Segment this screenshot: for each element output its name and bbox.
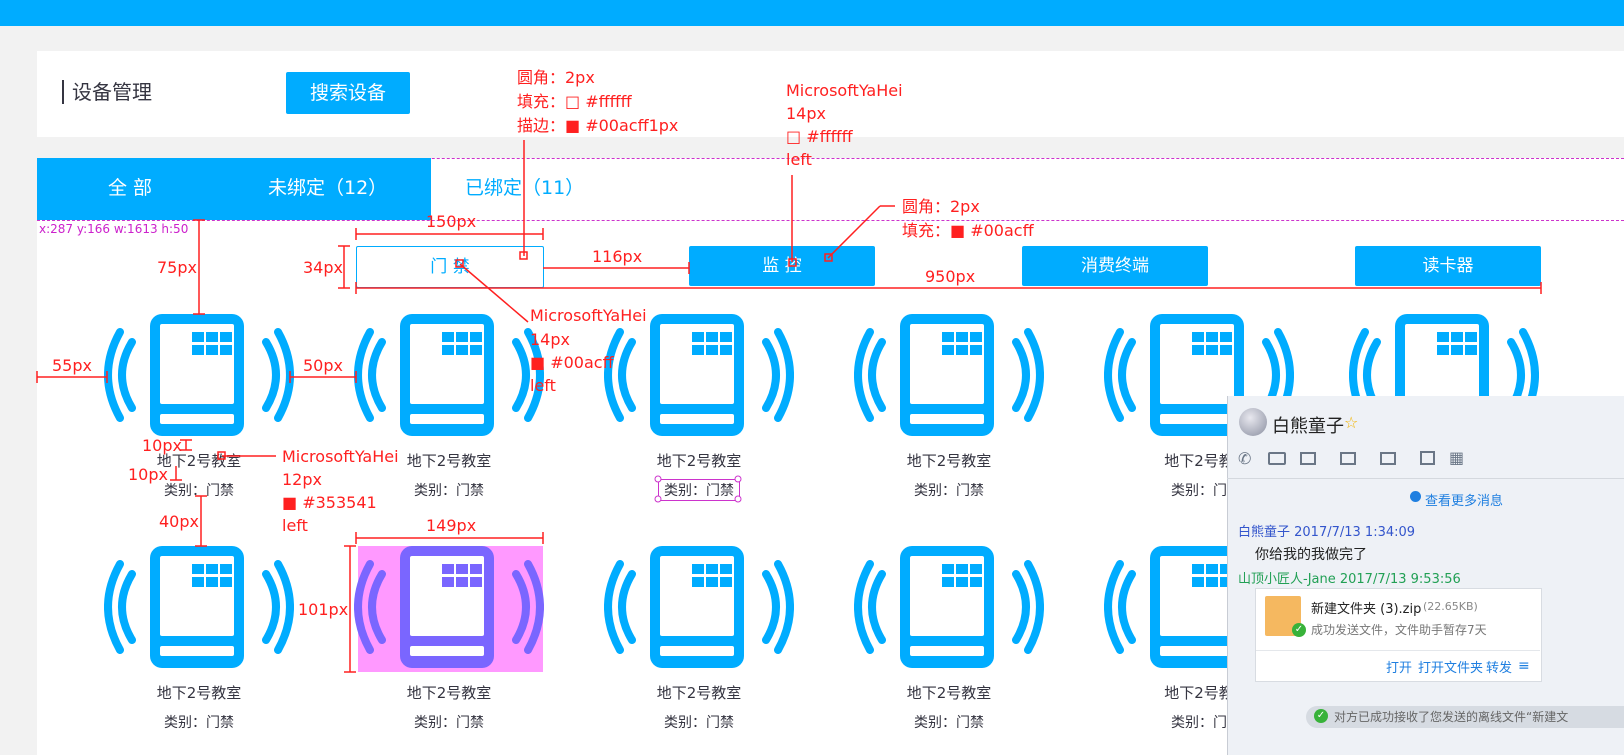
dim-149: 149px: [426, 516, 477, 535]
annotation-font-white-color: □ #ffffff: [786, 127, 853, 146]
open-file-link[interactable]: 打开: [1386, 657, 1412, 676]
file-name: 新建文件夹 (3).zip: [1311, 602, 1422, 617]
menu-icon[interactable]: ≡: [1518, 658, 1530, 674]
annotation-fill-color: 填充：■ #00acff: [902, 221, 1034, 240]
annotation-font-white-size: 14px: [786, 104, 826, 123]
annotation-font-white-align: left: [786, 150, 812, 169]
file-transfer-icon[interactable]: [1340, 452, 1356, 465]
annotation-bbox-label: x:287 y:166 w:1613 h:50: [39, 222, 189, 236]
message-sender-1: 白熊童子 2017/7/13 1:34:09: [1238, 525, 1416, 540]
offline-file-notice: 对方已成功接收了您发送的离线文件“新建文: [1306, 706, 1624, 728]
annotation-font-white-family: MicrosoftYaHei: [786, 81, 903, 100]
dim-55: 55px: [52, 356, 92, 375]
dim-75: 75px: [157, 258, 197, 277]
clock-icon: [1410, 491, 1421, 502]
avatar[interactable]: [1239, 408, 1267, 436]
annotation-btn-stroke: 描边：■ #00acff1px: [517, 116, 679, 135]
dim-101: 101px: [298, 600, 349, 619]
message-sender-2: 山顶小匠人-Jane 2017/7/13 9:53:56: [1238, 572, 1461, 587]
dim-116: 116px: [592, 247, 643, 266]
annotation-font-blue-size: 14px: [530, 330, 570, 349]
dim-10a: 10px: [142, 436, 182, 455]
file-card-divider: [1256, 650, 1540, 651]
annotation-btn-radius: 圆角：2px: [517, 68, 595, 87]
annotation-font-dark-size: 12px: [282, 470, 322, 489]
annotation-fill-radius: 圆角：2px: [902, 197, 980, 216]
chat-divider: [1227, 478, 1624, 479]
view-more-messages-link[interactable]: 查看更多消息: [1425, 490, 1503, 509]
dim-50: 50px: [303, 356, 343, 375]
message-text-1: 你给我的我做完了: [1255, 547, 1367, 563]
file-status: 成功发送文件，文件助手暂存7天: [1311, 623, 1487, 637]
star-icon: ☆: [1344, 413, 1359, 432]
forward-link[interactable]: 转发: [1486, 657, 1512, 676]
apps-grid-icon[interactable]: ▦: [1449, 448, 1464, 467]
video-icon[interactable]: [1268, 452, 1286, 465]
dim-10b: 10px: [128, 465, 168, 484]
success-check-icon: ✓: [1292, 623, 1306, 637]
phone-icon[interactable]: ✆: [1238, 449, 1251, 468]
open-folder-link[interactable]: 打开文件夹: [1418, 657, 1483, 676]
dim-34: 34px: [303, 258, 343, 277]
remote-desktop-icon[interactable]: [1380, 452, 1396, 465]
screen-share-icon[interactable]: [1300, 452, 1316, 465]
annotation-font-dark-family: MicrosoftYaHei: [282, 447, 399, 466]
notice-check-icon: ✓: [1314, 709, 1328, 723]
annotation-font-blue-family: MicrosoftYaHei: [530, 306, 647, 325]
annotation-btn-fill: 填充：□ #ffffff: [517, 92, 632, 111]
add-icon[interactable]: [1420, 451, 1435, 465]
annotation-font-blue-color: ■ #00acff: [530, 353, 614, 372]
dim-950: 950px: [925, 267, 976, 286]
annotation-font-dark-color: ■ #353541: [282, 493, 377, 512]
chat-contact-name: 白熊童子: [1272, 416, 1344, 437]
dim-150: 150px: [426, 212, 477, 231]
annotation-font-blue-align: left: [530, 376, 556, 395]
file-size: (22.65KB): [1423, 600, 1478, 613]
annotation-font-dark-align: left: [282, 516, 308, 535]
dim-40: 40px: [159, 512, 199, 531]
